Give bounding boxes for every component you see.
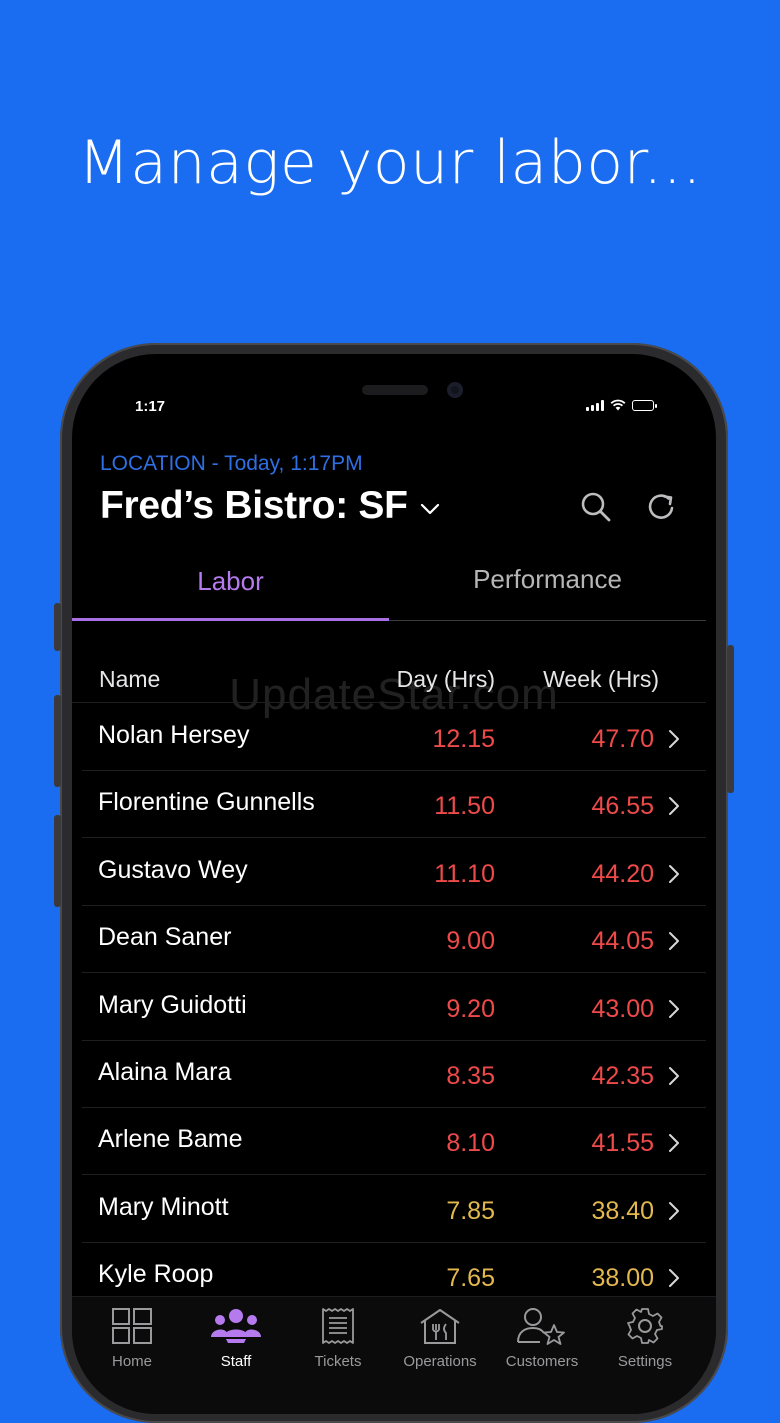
tab-bar-home-label: Home — [111, 1353, 152, 1370]
week-hours: 47.70 — [591, 725, 654, 753]
week-hours: 38.00 — [591, 1264, 654, 1293]
tab-bar-staff[interactable]: Staff — [186, 1307, 286, 1370]
table-row[interactable]: Mary Guidotti 9.20 43.00 — [72, 974, 706, 1041]
phone-action-button — [54, 603, 61, 651]
chevron-right-icon — [669, 1201, 679, 1220]
tab-bar-settings[interactable]: Settings — [595, 1307, 695, 1370]
app-screen: 1:17 LOCATION - Today, 1:17PM Fred’s Bis… — [72, 354, 716, 1414]
day-hours: 9.00 — [446, 927, 495, 956]
week-hours: 43.00 — [591, 994, 654, 1023]
day-hours: 9.20 — [446, 994, 495, 1023]
week-hours: 46.55 — [591, 792, 654, 821]
staff-name: Florentine Gunnells — [98, 788, 315, 817]
cellular-signal-icon — [586, 399, 604, 411]
tab-bar-customers-label: Customers — [505, 1353, 579, 1370]
day-hours: 7.65 — [446, 1264, 495, 1293]
tab-divider — [389, 620, 706, 621]
chevron-right-icon — [669, 1269, 679, 1288]
day-hours: 11.10 — [434, 859, 495, 888]
column-header-week[interactable]: Week (Hrs) — [512, 666, 659, 693]
staff-name: Gustavo Wey — [98, 855, 248, 884]
staff-name: Alaina Mara — [98, 1058, 232, 1086]
active-tab-indicator — [72, 618, 389, 621]
week-hours: 38.40 — [591, 1196, 654, 1225]
tab-bar-settings-label: Settings — [617, 1353, 673, 1370]
phone-power-button — [727, 645, 734, 793]
grid-icon — [112, 1308, 152, 1344]
staff-name: Mary Guidotti — [98, 990, 247, 1019]
tab-bar-operations-label: Operations — [403, 1353, 477, 1370]
tab-bar-home[interactable]: Home — [82, 1307, 182, 1370]
tab-bar-operations[interactable]: Operations — [390, 1307, 490, 1370]
phone-volume-down-button — [54, 815, 61, 907]
week-hours: 42.35 — [591, 1062, 654, 1090]
receipt-icon — [322, 1308, 354, 1344]
wifi-icon — [610, 399, 626, 411]
bottom-tab-bar: Home Staff Tickets Operations Customers … — [72, 1296, 716, 1414]
gear-icon — [627, 1308, 663, 1344]
column-header-name: Name — [99, 666, 161, 692]
status-icons — [586, 399, 657, 411]
day-hours: 8.10 — [446, 1129, 495, 1158]
chevron-right-icon — [669, 730, 679, 748]
tab-labor[interactable]: Labor — [72, 566, 389, 597]
header-divider — [72, 702, 706, 703]
page-title: Fred’s Bistro: SF — [100, 484, 408, 527]
day-hours: 12.15 — [432, 725, 495, 753]
front-camera — [447, 382, 463, 398]
staff-name: Nolan Hersey — [98, 721, 250, 749]
table-row[interactable]: Dean Saner 9.00 44.05 — [72, 906, 706, 974]
week-hours: 41.55 — [591, 1129, 654, 1158]
location-subtitle: LOCATION - Today, 1:17PM — [100, 452, 363, 475]
search-button[interactable] — [579, 490, 613, 524]
table-row[interactable]: Mary Minott 7.85 38.40 — [72, 1176, 706, 1243]
tab-bar-customers[interactable]: Customers — [492, 1307, 592, 1370]
table-row[interactable]: Alaina Mara 8.35 42.35 — [72, 1041, 706, 1108]
refresh-button[interactable] — [645, 490, 679, 524]
chevron-right-icon — [669, 1067, 679, 1085]
phone-volume-up-button — [54, 695, 61, 787]
tab-bar-tickets-label: Tickets — [314, 1353, 362, 1370]
chevron-right-icon — [669, 1134, 679, 1153]
table-row[interactable]: Nolan Hersey 12.15 47.70 — [72, 704, 706, 771]
table-row[interactable]: Gustavo Wey 11.10 44.20 — [72, 839, 706, 906]
staff-name: Kyle Roop — [98, 1260, 214, 1289]
marketing-headline: Manage your labor... — [78, 128, 702, 198]
staff-name: Dean Saner — [98, 923, 232, 952]
chevron-right-icon — [669, 797, 679, 816]
chevron-right-icon — [669, 999, 679, 1018]
chevron-right-icon — [669, 932, 679, 951]
location-selector[interactable]: Fred’s Bistro: SF — [100, 484, 440, 528]
status-time: 1:17 — [135, 398, 166, 415]
day-hours: 7.85 — [446, 1196, 495, 1225]
search-icon — [581, 492, 611, 522]
people-icon — [211, 1309, 261, 1343]
tab-bar-staff-label: Staff — [220, 1353, 252, 1370]
table-row[interactable]: Arlene Bame 8.10 41.55 — [72, 1108, 706, 1176]
table-row[interactable]: Florentine Gunnells 11.50 46.55 — [72, 771, 706, 839]
staff-name: Arlene Bame — [98, 1125, 243, 1154]
speaker-grille — [362, 385, 428, 395]
tab-performance[interactable]: Performance — [389, 564, 706, 595]
week-hours: 44.05 — [591, 927, 654, 956]
tab-bar-tickets[interactable]: Tickets — [288, 1307, 388, 1370]
column-header-day[interactable]: Day (Hrs) — [372, 666, 495, 693]
customer-star-icon — [517, 1308, 565, 1345]
day-hours: 8.35 — [446, 1062, 495, 1090]
chevron-down-icon — [420, 503, 439, 515]
chevron-right-icon — [669, 864, 679, 883]
staff-name: Mary Minott — [98, 1192, 229, 1221]
week-hours: 44.20 — [591, 859, 654, 888]
refresh-icon — [648, 494, 674, 519]
store-icon — [420, 1309, 460, 1344]
battery-icon — [632, 399, 657, 411]
day-hours: 11.50 — [434, 792, 495, 821]
